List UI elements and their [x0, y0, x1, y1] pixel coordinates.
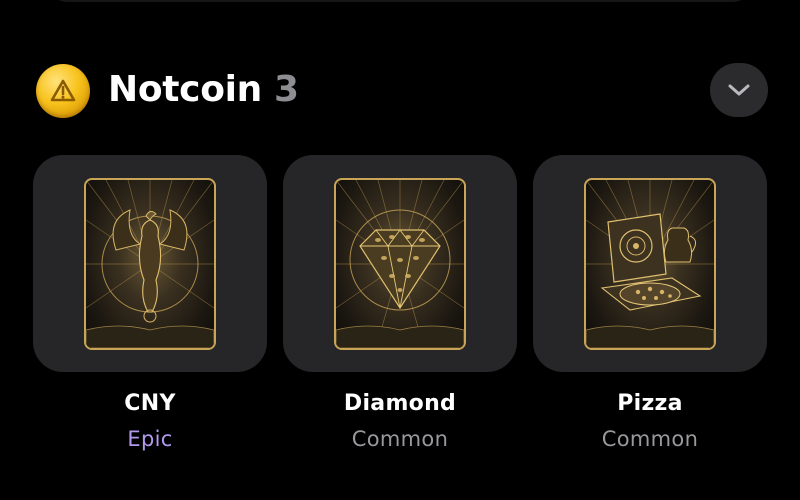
dragon-icon: [86, 180, 214, 348]
collection-title: Notcoin 3: [108, 68, 299, 112]
card-name: CNY: [124, 391, 176, 416]
card-rarity: Epic: [127, 427, 173, 451]
top-card-edge: [52, 0, 748, 2]
card-tile[interactable]: [283, 155, 517, 372]
card-art-pizza: [584, 178, 716, 350]
pizza-icon: [586, 180, 714, 348]
diamond-icon: [336, 180, 464, 348]
card-rarity: Common: [351, 427, 449, 451]
card-name: Diamond: [343, 391, 457, 416]
card-rarity: Common: [601, 427, 699, 451]
card-art-diamond: [334, 178, 466, 350]
collapse-button[interactable]: [710, 63, 768, 117]
chevron-down-icon: [728, 84, 750, 96]
collection-header[interactable]: Notcoin 3: [0, 60, 800, 122]
card-art-cny: [84, 178, 216, 350]
card-name: Pizza: [617, 391, 683, 416]
card-tile[interactable]: [33, 155, 267, 372]
collection-name: Notcoin: [108, 69, 263, 110]
card-tile[interactable]: [533, 155, 767, 372]
notcoin-icon: [36, 64, 90, 118]
card-list: CNY Epic Diamond Common Pizza Common: [0, 155, 800, 455]
collection-count: 3: [274, 69, 299, 110]
